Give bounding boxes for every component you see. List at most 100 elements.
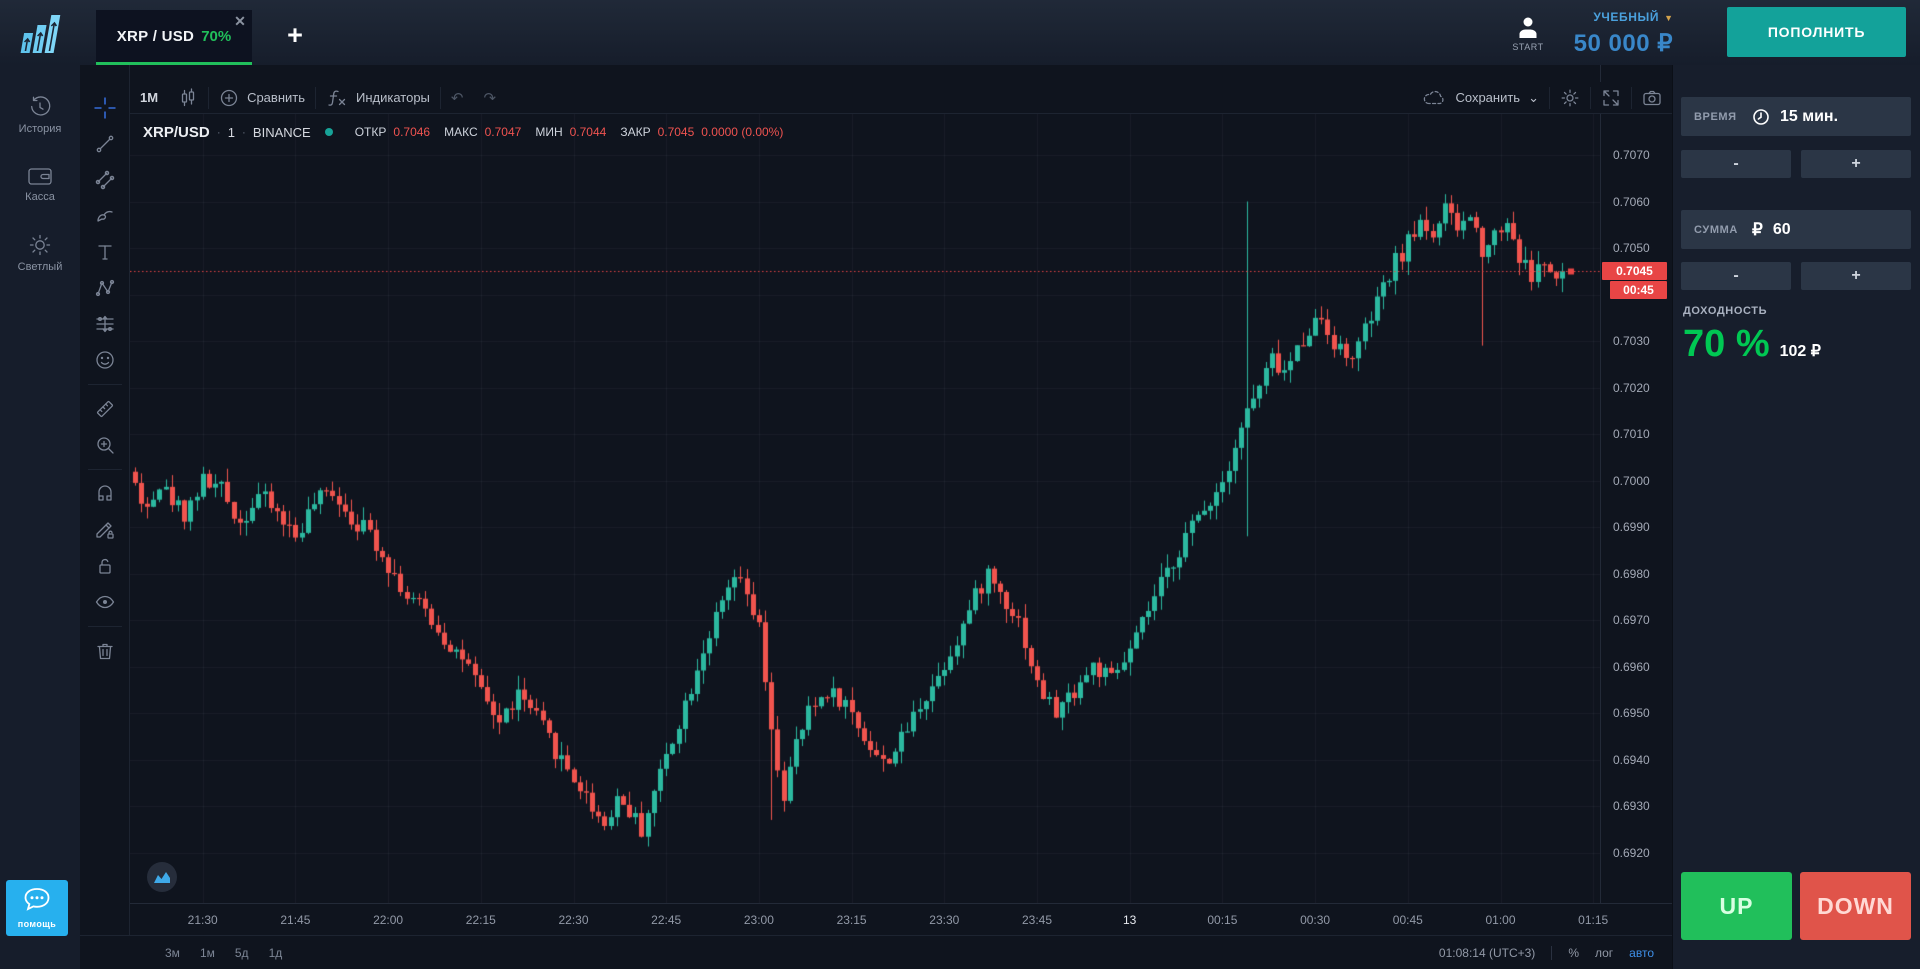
time-field-value: 15 мин. — [1780, 108, 1838, 126]
help-button-label: помощь — [6, 919, 68, 929]
divider — [1551, 946, 1552, 960]
amount-field[interactable]: СУММА ₽ 60 — [1681, 210, 1911, 249]
legend-separator: · — [217, 125, 221, 139]
help-button[interactable]: помощь — [6, 880, 68, 936]
time-axis-tick: 23:45 — [1015, 913, 1059, 927]
amount-minus-button[interactable]: - — [1681, 262, 1791, 290]
range-button[interactable]: 1д — [269, 946, 283, 960]
clock-utc[interactable]: 01:08:14 (UTC+3) — [1439, 946, 1535, 960]
range-button[interactable]: 5д — [235, 946, 249, 960]
toolbar-separator — [88, 469, 122, 470]
price-axis-tick: 0.6990 — [1613, 520, 1650, 534]
brush-tool-button[interactable] — [88, 198, 122, 234]
chart-legend: XRP/USD · 1 · BINANCE ОТКР0.7046 МАКС0.7… — [143, 122, 783, 142]
time-axis-tick: 21:45 — [273, 913, 317, 927]
remove-drawings-tool-button[interactable] — [88, 633, 122, 669]
deposit-button[interactable]: ПОПОЛНИТЬ — [1727, 7, 1906, 57]
save-label: Сохранить — [1455, 90, 1520, 105]
account-switcher[interactable]: УЧЕБНЫЙ▼ 50 000 ₽ — [1470, 8, 1673, 58]
hide-all-tool-button[interactable] — [88, 584, 122, 620]
payout-amount: 102 ₽ — [1780, 341, 1821, 361]
time-axis-tick: 22:00 — [366, 913, 410, 927]
crosshair-tool-button[interactable] — [88, 90, 122, 126]
legend-symbol[interactable]: XRP/USD — [143, 124, 210, 141]
forecast-tool-button[interactable] — [88, 306, 122, 342]
price-axis-tick: 0.7030 — [1613, 334, 1650, 348]
price-axis-tick: 0.7060 — [1613, 195, 1650, 209]
undo-button[interactable]: ↶ — [441, 82, 474, 114]
sidebar-item-theme[interactable]: Светлый — [0, 233, 80, 273]
lock-all-tool-button[interactable] — [88, 548, 122, 584]
gann-fib-tool-button[interactable] — [88, 162, 122, 198]
time-field-label: ВРЕМЯ — [1694, 111, 1752, 123]
chart-style-button[interactable] — [168, 82, 208, 114]
close-tab-icon[interactable]: ✕ — [231, 12, 249, 30]
compare-label: Сравнить — [247, 90, 305, 105]
time-axis-tick: 00:45 — [1386, 913, 1430, 927]
indicators-label: Индикаторы — [356, 90, 430, 105]
drawing-mode-tool-button[interactable] — [88, 512, 122, 548]
fullscreen-button[interactable] — [1591, 82, 1631, 114]
trend-line-tool-button[interactable] — [88, 126, 122, 162]
redo-icon: ↷ — [483, 89, 496, 107]
clock-icon — [1752, 108, 1770, 126]
time-axis-tick: 21:30 — [181, 913, 225, 927]
compare-button[interactable]: Сравнить — [209, 82, 315, 114]
history-icon — [28, 95, 52, 119]
price-axis-tick: 0.7010 — [1613, 427, 1650, 441]
zoom-in-tool-button[interactable] — [88, 427, 122, 463]
auto-scale-button[interactable]: авто — [1629, 946, 1654, 960]
high-value: 0.7047 — [485, 125, 522, 139]
time-plus-button[interactable]: + — [1801, 150, 1911, 178]
add-tab-button[interactable]: + — [281, 22, 309, 50]
trade-panel: ВРЕМЯ 15 мин. - + СУММА ₽ 60 - + ДОХОДНО… — [1672, 65, 1920, 969]
price-axis-tick: 0.7050 — [1613, 241, 1650, 255]
payout-row: 70 % 102 ₽ — [1683, 323, 1821, 366]
ruler-tool-button[interactable] — [88, 391, 122, 427]
countdown-tag: 00:45 — [1610, 281, 1667, 299]
pattern-tool-button[interactable] — [88, 270, 122, 306]
price-axis-tick: 0.6930 — [1613, 799, 1650, 813]
legend-exchange: BINANCE — [253, 125, 311, 140]
magnet-tool-button[interactable] — [88, 476, 122, 512]
account-balance: 50 000 ₽ — [1470, 29, 1673, 58]
interval-button[interactable]: 1М — [130, 82, 168, 114]
candlestick-canvas[interactable] — [130, 65, 1600, 903]
asset-tab[interactable]: XRP / USD 70% — [96, 10, 252, 65]
percent-scale-button[interactable]: % — [1568, 946, 1579, 960]
indicators-fx-icon — [326, 88, 348, 108]
emoji-tool-button[interactable] — [88, 342, 122, 378]
amount-plus-button[interactable]: + — [1801, 262, 1911, 290]
chevron-down-icon: ⌄ — [1528, 90, 1539, 106]
amount-field-label: СУММА — [1694, 224, 1752, 236]
time-minus-button[interactable]: - — [1681, 150, 1791, 178]
up-button[interactable]: UP — [1681, 872, 1792, 940]
range-button[interactable]: 3м — [165, 946, 180, 960]
text-tool-button[interactable] — [88, 234, 122, 270]
close-value: 0.7045 — [658, 125, 695, 139]
asset-tab-payout: 70% — [201, 28, 231, 45]
save-layout-button[interactable]: Сохранить ⌄ — [1413, 82, 1549, 114]
time-axis-tick: 01:15 — [1571, 913, 1615, 927]
sidebar-item-cashier[interactable]: Касса — [0, 165, 80, 203]
payout-percent: 70 % — [1683, 323, 1770, 366]
chart-settings-button[interactable] — [1550, 82, 1590, 114]
close-label: ЗАКР — [620, 125, 650, 139]
time-axis-tick: 01:00 — [1479, 913, 1523, 927]
current-price-tag: 0.7045 — [1602, 262, 1667, 280]
chart-watermark-button[interactable] — [147, 862, 177, 892]
time-field[interactable]: ВРЕМЯ 15 мин. — [1681, 97, 1911, 136]
log-scale-button[interactable]: лог — [1595, 946, 1613, 960]
redo-button[interactable]: ↷ — [473, 82, 506, 114]
price-axis[interactable]: 0.70700.70600.70500.70300.70200.70100.70… — [1600, 65, 1672, 903]
down-button[interactable]: DOWN — [1800, 872, 1911, 940]
screenshot-button[interactable] — [1632, 82, 1672, 114]
time-axis[interactable]: 21:1521:3021:4522:0022:1522:3022:4523:00… — [80, 903, 1672, 935]
indicators-button[interactable]: Индикаторы — [316, 82, 440, 114]
range-button[interactable]: 1м — [200, 946, 215, 960]
time-axis-tick: 00:30 — [1293, 913, 1337, 927]
price-axis-tick: 0.6920 — [1613, 846, 1650, 860]
time-axis-tick: 22:30 — [552, 913, 596, 927]
cloud-icon — [1423, 89, 1447, 107]
sidebar-item-history[interactable]: История — [0, 95, 80, 135]
